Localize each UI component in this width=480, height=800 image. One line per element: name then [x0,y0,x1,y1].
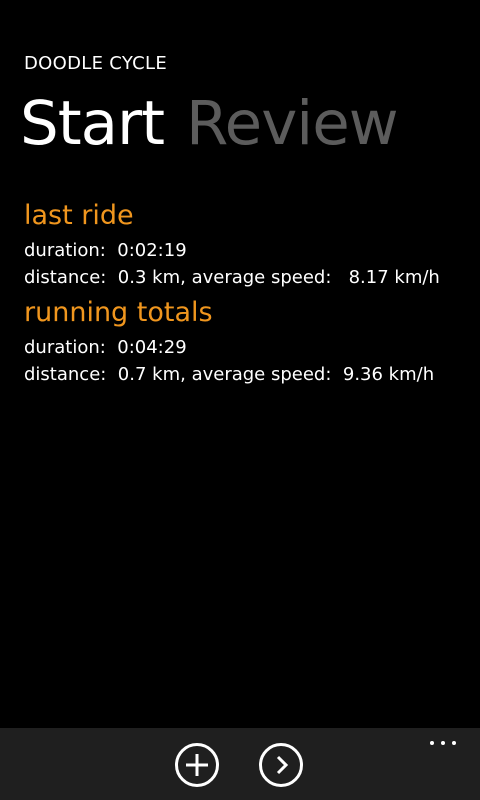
distance-label: distance: [24,267,107,288]
more-icon-dot [452,741,456,745]
duration-label: duration: [24,337,106,358]
speed-value: 9.36 km/h [342,364,435,385]
distance-label: distance: [24,364,107,385]
duration-value: 0:04:29 [117,337,187,358]
next-button[interactable] [259,743,303,787]
more-menu-button[interactable] [428,738,458,748]
speed-value: 8.17 km/h [348,267,440,288]
last-ride-duration-row: duration: 0:02:19 [24,239,187,263]
duration-label: duration: [24,240,106,261]
duration-value: 0:02:19 [117,240,187,261]
distance-value: 0.3 km, [117,267,186,288]
last-ride-header: last ride [24,200,134,231]
pivot-item-start[interactable]: Start [20,82,165,166]
add-button[interactable] [175,743,219,787]
distance-value: 0.7 km, [117,364,186,385]
more-icon-dot [441,741,445,745]
running-totals-distance-row: distance: 0.7 km, average speed: 9.36 km… [24,363,434,387]
app-bar [0,728,480,800]
last-ride-distance-row: distance: 0.3 km, average speed: 8.17 km… [24,266,440,290]
speed-label: average speed: [191,267,332,288]
running-totals-header: running totals [24,297,213,328]
running-totals-duration-row: duration: 0:04:29 [24,336,187,360]
more-icon-dot [430,741,434,745]
pivot-item-review[interactable]: Review [186,82,399,166]
add-icon [186,754,208,776]
pivot-header: Start Review [20,82,399,166]
speed-label: average speed: [191,364,332,385]
app-title: DOODLE CYCLE [24,53,168,74]
chevron-right-icon [276,755,289,775]
